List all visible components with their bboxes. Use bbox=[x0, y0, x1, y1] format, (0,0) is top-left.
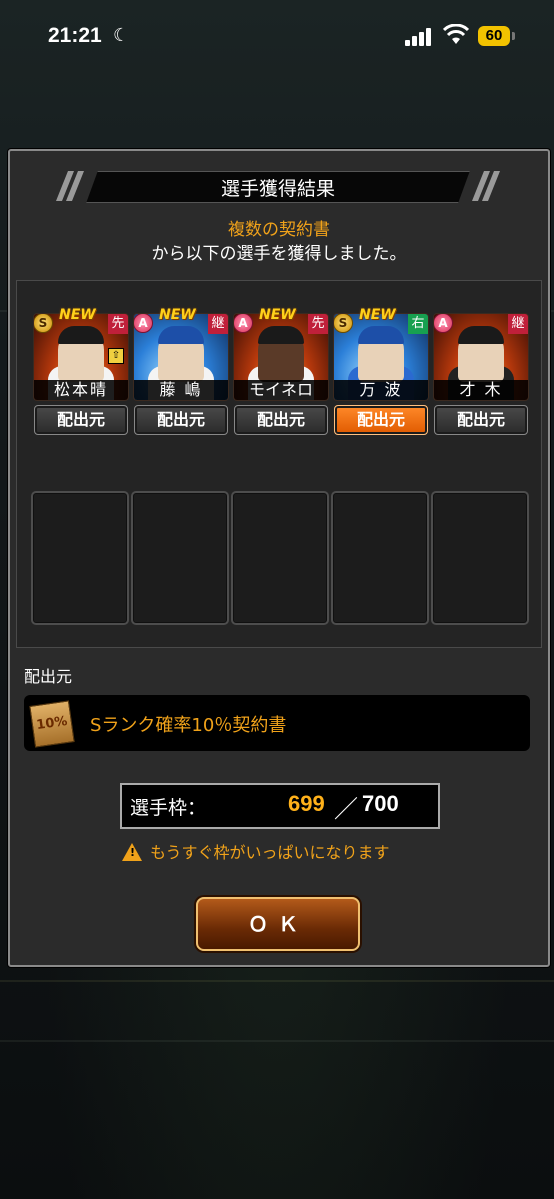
do-not-disturb-icon: ☾ bbox=[113, 25, 130, 46]
player-card[interactable]: A 先 モイネロ bbox=[233, 313, 329, 401]
ok-button[interactable]: ＯＫ bbox=[196, 897, 360, 951]
warning-icon: ! bbox=[122, 843, 142, 861]
source-button-selected[interactable]: 配出元 bbox=[334, 405, 428, 435]
player-cap bbox=[358, 326, 404, 344]
player-card[interactable]: S 右 万 波 bbox=[333, 313, 429, 401]
player-cap bbox=[258, 326, 304, 344]
message-text: から以下の選手を獲得しました。 bbox=[151, 244, 407, 264]
empty-slot bbox=[331, 491, 429, 625]
player-card[interactable]: S 先 ⇧ 松本晴 bbox=[33, 313, 129, 401]
rank-badge: A bbox=[134, 314, 153, 333]
player-name: 才 木 bbox=[434, 380, 528, 400]
roster-separator: ／ bbox=[334, 795, 358, 823]
player-cap bbox=[158, 326, 204, 344]
player-name: 松本晴 bbox=[34, 380, 128, 400]
position-badge: 先 bbox=[108, 314, 128, 334]
empty-slot bbox=[231, 491, 329, 625]
source-button[interactable]: 配出元 bbox=[134, 405, 228, 435]
signal-icon bbox=[405, 28, 435, 46]
empty-slot bbox=[131, 491, 229, 625]
source-button[interactable]: 配出元 bbox=[34, 405, 128, 435]
roster-current: 699 bbox=[288, 791, 325, 816]
player-list-panel: S 先 ⇧ 松本晴 NEW A 継 藤 嶋 NEW A 先 モイネロ NEW S… bbox=[16, 280, 542, 648]
player-name: 万 波 bbox=[334, 380, 428, 400]
roster-label: 選手枠： bbox=[130, 797, 207, 819]
roster-max: 700 bbox=[362, 791, 399, 816]
player-cap bbox=[58, 326, 104, 344]
source-button[interactable]: 配出元 bbox=[234, 405, 328, 435]
rank-badge: S bbox=[34, 314, 53, 333]
wifi-icon bbox=[443, 24, 469, 44]
contract-ticket-icon: 10% bbox=[29, 700, 75, 748]
battery-tip bbox=[512, 32, 515, 40]
roster-capacity-box: 選手枠： 699 ／ 700 bbox=[120, 783, 440, 829]
player-card[interactable]: A 継 藤 嶋 bbox=[133, 313, 229, 401]
player-name: モイネロ bbox=[234, 380, 328, 400]
roster-warning: ! もうすぐ枠がいっぱいになります bbox=[122, 839, 390, 863]
position-badge: 継 bbox=[508, 314, 528, 334]
roster-warning-text: もうすぐ枠がいっぱいになります bbox=[150, 843, 390, 862]
contract-name: Sランク確率10％契約書 bbox=[90, 715, 287, 736]
clock: 21:21 bbox=[48, 24, 102, 47]
new-badge: NEW bbox=[359, 307, 396, 323]
empty-slot bbox=[31, 491, 129, 625]
source-button[interactable]: 配出元 bbox=[434, 405, 528, 435]
new-badge: NEW bbox=[259, 307, 296, 323]
position-badge: 継 bbox=[208, 314, 228, 334]
position-badge: 先 bbox=[308, 314, 328, 334]
player-card[interactable]: A 継 才 木 bbox=[433, 313, 529, 401]
source-section-label: 配出元 bbox=[24, 667, 73, 686]
rank-badge: A bbox=[234, 314, 253, 333]
status-bar: 21:21 ☾ 60 bbox=[0, 0, 554, 70]
player-name: 藤 嶋 bbox=[134, 380, 228, 400]
player-cap bbox=[458, 326, 504, 344]
acquisition-result-dialog: 選手獲得結果 複数の契約書 から以下の選手を獲得しました。 S 先 ⇧ 松本晴 … bbox=[8, 149, 550, 967]
new-badge: NEW bbox=[159, 307, 196, 323]
position-badge: 右 bbox=[408, 314, 428, 334]
empty-slot bbox=[431, 491, 529, 625]
battery-icon: 60 bbox=[478, 26, 510, 46]
message-highlight: 複数の契約書 bbox=[228, 220, 330, 240]
dialog-title: 選手獲得結果 bbox=[220, 178, 335, 200]
rank-badge: S bbox=[334, 314, 353, 333]
dialog-title-bar: 選手獲得結果 bbox=[18, 171, 538, 203]
contract-source-row: 10% Sランク確率10％契約書 bbox=[24, 695, 530, 751]
new-badge: NEW bbox=[59, 307, 96, 323]
up-arrow-icon: ⇧ bbox=[108, 348, 124, 364]
rank-badge: A bbox=[434, 314, 453, 333]
